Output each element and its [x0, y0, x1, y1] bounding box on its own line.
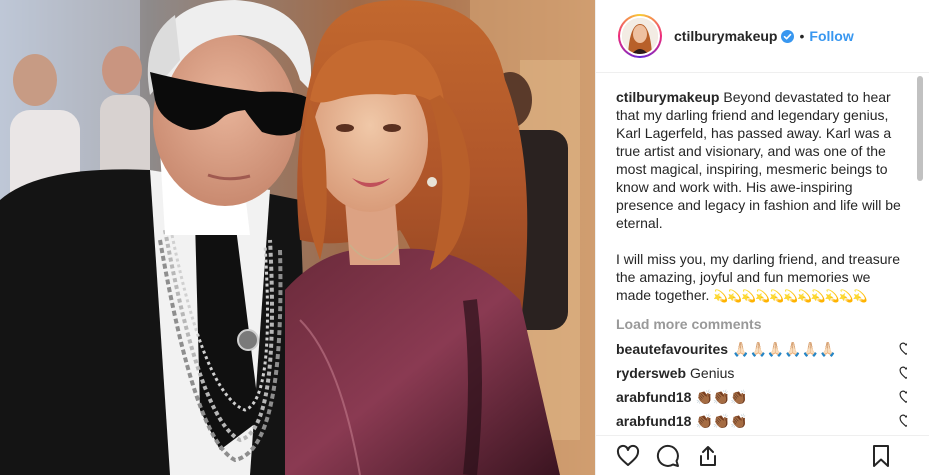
- share-icon[interactable]: [696, 444, 720, 468]
- comment-item: arabfund18 👏🏾👏🏾👏🏾: [616, 409, 907, 432]
- post-photo[interactable]: [0, 0, 595, 475]
- comment-username[interactable]: rydersweb: [616, 365, 686, 381]
- post-caption: ctilburymakeup Beyond devastated to hear…: [616, 88, 907, 305]
- comment-username[interactable]: beautefavourites: [616, 341, 728, 357]
- caption-emoji-tail: 💫💫💫💫💫💫💫💫💫💫💫: [713, 289, 867, 303]
- follow-button[interactable]: Follow: [809, 28, 853, 44]
- post-side-panel: ctilburymakeup • Follow ctilburymakeup B…: [595, 0, 929, 475]
- comment-text: Genius: [690, 365, 735, 381]
- comment-username[interactable]: arabfund18: [616, 389, 691, 405]
- heart-icon[interactable]: [616, 444, 640, 468]
- caption-username[interactable]: ctilburymakeup: [616, 89, 719, 105]
- post-action-bar: [596, 435, 929, 475]
- avatar-illustration: [622, 18, 658, 54]
- comment-item: beautefavourites 🙏🏻🙏🏻🙏🏻🙏🏻🙏🏻🙏🏻: [616, 337, 907, 361]
- comment-text: 👏🏾👏🏾👏🏾: [695, 412, 748, 429]
- post-header: ctilburymakeup • Follow: [596, 0, 929, 73]
- load-more-comments-button[interactable]: Load more comments: [616, 316, 907, 332]
- caption-text-1: Beyond devastated to hear that my darlin…: [616, 89, 901, 231]
- comments-scrollbar[interactable]: [917, 76, 923, 181]
- comment-icon[interactable]: [656, 444, 680, 468]
- comment-like-heart-icon[interactable]: [899, 366, 907, 380]
- instagram-post: ctilburymakeup • Follow ctilburymakeup B…: [0, 0, 929, 475]
- bookmark-icon[interactable]: [869, 444, 893, 468]
- comment-text: 👏🏾👏🏾👏🏾: [695, 388, 748, 405]
- avatar-frame: [620, 16, 660, 56]
- comment-like-heart-icon[interactable]: [899, 414, 907, 428]
- post-photo-illustration: [0, 0, 595, 475]
- comments-list: beautefavourites 🙏🏻🙏🏻🙏🏻🙏🏻🙏🏻🙏🏻 rydersweb …: [616, 332, 907, 432]
- story-ring[interactable]: [618, 14, 662, 58]
- comment-like-heart-icon[interactable]: [899, 342, 907, 356]
- caption-paragraph-gap: [616, 232, 907, 250]
- comment-text: 🙏🏻🙏🏻🙏🏻🙏🏻🙏🏻🙏🏻: [732, 340, 837, 357]
- post-content: ctilburymakeup Beyond devastated to hear…: [616, 88, 907, 432]
- header-separator: •: [799, 28, 805, 44]
- comment-username[interactable]: arabfund18: [616, 413, 691, 429]
- avatar: [622, 18, 658, 54]
- verified-badge-icon: [781, 29, 795, 43]
- comment-item: arabfund18 👏🏾👏🏾👏🏾: [616, 385, 907, 409]
- post-username[interactable]: ctilburymakeup: [674, 28, 777, 44]
- comment-item: rydersweb Genius: [616, 361, 907, 385]
- comment-like-heart-icon[interactable]: [899, 390, 907, 404]
